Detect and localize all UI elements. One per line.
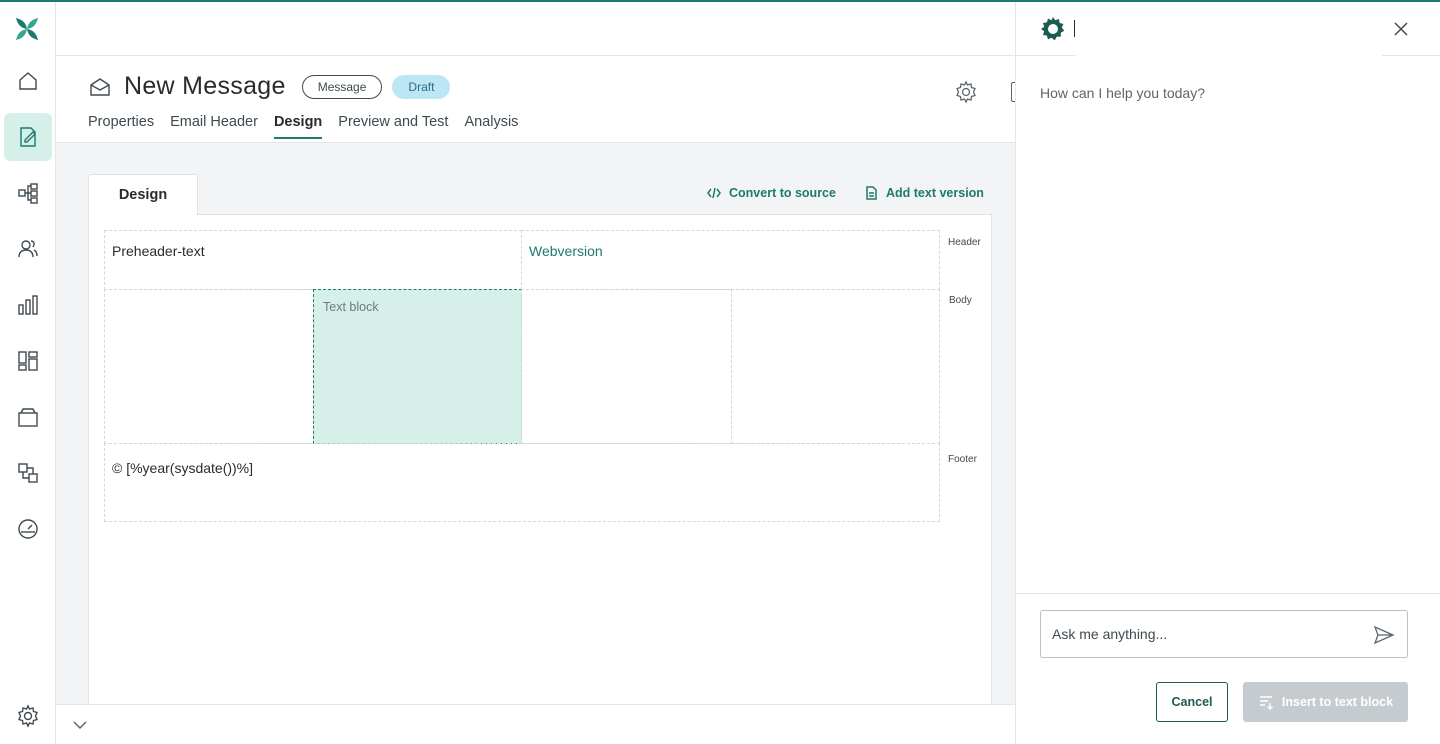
rail-archive[interactable] — [4, 393, 52, 441]
assistant-header — [1016, 2, 1440, 56]
bottom-bar — [56, 704, 1016, 744]
text-cursor — [1074, 20, 1075, 37]
rail-workflow[interactable] — [4, 169, 52, 217]
assistant-footer: Cancel Insert to text block — [1016, 593, 1440, 744]
header-divider — [1382, 55, 1440, 56]
header-divider-left — [1016, 55, 1076, 56]
dashboard-icon — [18, 351, 38, 371]
gear-icon — [956, 80, 976, 104]
tab-design[interactable]: Design — [273, 114, 323, 139]
cancel-button[interactable]: Cancel — [1156, 682, 1228, 722]
app-logo[interactable] — [14, 16, 40, 42]
send-button[interactable] — [1372, 623, 1396, 647]
tab-analysis[interactable]: Analysis — [464, 114, 518, 139]
close-icon — [1394, 22, 1408, 36]
message-settings-button[interactable] — [954, 80, 980, 106]
insert-to-text-block-label: Insert to text block — [1281, 695, 1394, 709]
type-badge: Message — [301, 74, 383, 99]
rail-gauge[interactable] — [4, 505, 52, 553]
left-navigation-rail — [0, 2, 56, 744]
convert-to-source-label: Convert to source — [729, 186, 836, 200]
analytics-icon — [18, 295, 38, 315]
gauge-icon — [18, 519, 38, 539]
gear-icon — [18, 704, 38, 728]
rail-users[interactable] — [4, 225, 52, 273]
tab-email-header[interactable]: Email Header — [170, 114, 258, 139]
webversion-cell[interactable] — [521, 230, 940, 290]
chat-input[interactable] — [1052, 611, 1352, 657]
envelope-icon — [90, 77, 110, 96]
footer-cell[interactable] — [104, 443, 940, 522]
send-icon — [1373, 625, 1395, 645]
tab-preview-and-test[interactable]: Preview and Test — [338, 114, 448, 139]
status-badge: Draft — [392, 74, 451, 99]
header-section-label: Header — [948, 237, 981, 248]
footer-section-label: Footer — [948, 454, 977, 465]
workflow-icon — [18, 183, 38, 204]
editor-tab-design[interactable]: Design — [88, 174, 198, 215]
preheader-text[interactable]: Preheader-text — [112, 243, 205, 259]
page-title: New Message — [124, 72, 286, 100]
insert-text-icon — [1259, 696, 1273, 710]
rail-analytics[interactable] — [4, 281, 52, 329]
tab-properties[interactable]: Properties — [88, 114, 154, 139]
rail-home[interactable] — [4, 57, 52, 105]
email-canvas: Preheader-text Webversion Text block © [… — [88, 214, 992, 714]
insert-to-text-block-button[interactable]: Insert to text block — [1243, 682, 1408, 722]
chevron-down-icon[interactable] — [72, 717, 88, 733]
close-button[interactable] — [1392, 20, 1410, 38]
design-workspace: Design Convert to source Add text versio… — [56, 143, 1016, 714]
rail-messages[interactable] — [4, 113, 52, 161]
text-block-selected[interactable]: Text block — [313, 289, 522, 444]
document-icon — [866, 186, 877, 200]
rail-integrations[interactable] — [4, 449, 52, 497]
app-top-bar — [56, 2, 1016, 56]
home-icon — [19, 72, 37, 90]
preheader-cell[interactable] — [104, 230, 522, 290]
body-section-label: Body — [949, 295, 972, 306]
convert-to-source-button[interactable]: Convert to source — [707, 186, 836, 200]
code-icon — [707, 187, 721, 199]
body-column-3[interactable] — [521, 289, 732, 444]
integrations-icon — [18, 463, 38, 483]
assistant-logo-icon — [1040, 16, 1066, 42]
webversion-link[interactable]: Webversion — [529, 243, 603, 259]
add-text-version-button[interactable]: Add text version — [864, 186, 984, 200]
archive-icon — [18, 408, 38, 427]
text-block-placeholder: Text block — [323, 300, 379, 314]
rail-settings[interactable] — [4, 692, 52, 740]
body-column-4[interactable] — [731, 289, 940, 444]
users-icon — [18, 240, 38, 258]
message-tabs: Properties Email Header Design Preview a… — [88, 114, 518, 139]
page-header: New Message Message Draft Properties Ema… — [56, 56, 1021, 143]
add-text-version-label: Add text version — [886, 186, 984, 200]
chat-input-box[interactable] — [1040, 610, 1408, 658]
body-column-1[interactable] — [104, 289, 314, 444]
assistant-greeting: How can I help you today? — [1040, 85, 1205, 101]
edit-message-icon — [20, 127, 36, 147]
assistant-panel: How can I help you today? Cancel Insert … — [1015, 2, 1440, 744]
footer-text[interactable]: © [%year(sysdate())%] — [112, 460, 253, 476]
rail-dashboard[interactable] — [4, 337, 52, 385]
